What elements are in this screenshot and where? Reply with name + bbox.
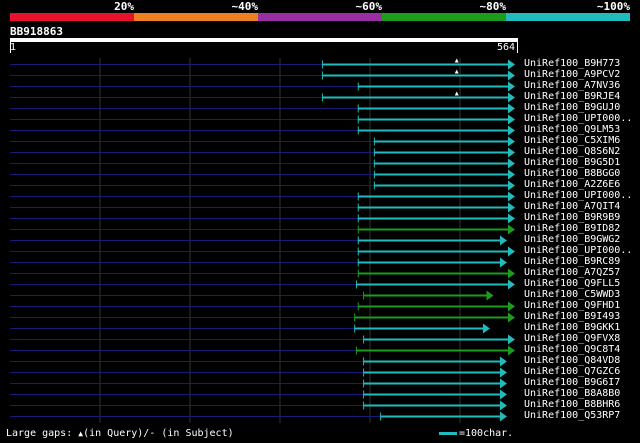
hit-link[interactable]: UniRef100_Q7GZC6 [524,366,640,377]
alignment-arrow-icon [508,103,515,114]
alignment-arrow-icon [499,411,507,422]
hit-link[interactable]: UniRef100_Q9FHD1 [524,300,640,311]
hit-link[interactable]: UniRef100_UPI000.. [524,245,640,256]
hit-link[interactable]: UniRef100_C5XIM6 [524,135,640,146]
hit-link[interactable]: UniRef100_B8BGG0 [524,168,640,179]
hit-link[interactable]: UniRef100_B9RC89 [524,256,640,267]
scale-text: =100char. [459,428,514,439]
hit-link[interactable]: UniRef100_Q9C8T4 [524,344,640,355]
query-gap-marker-icon [454,69,459,74]
hit-link[interactable]: UniRef100_B9G5D1 [524,157,640,168]
alignment-arrow-icon [508,279,515,290]
hit-link[interactable]: UniRef100_A9PCV2 [524,69,640,80]
scale-legend: =100char. [439,428,513,440]
alignment-arrow-icon [508,180,515,191]
alignment-arrow-icon [499,378,507,389]
alignment-arrow-icon [508,81,515,92]
hit-link[interactable]: UniRef100_C5WWD3 [524,289,640,300]
alignment-arrow-icon [508,125,515,136]
hit-link[interactable]: UniRef100_B9G6I7 [524,377,640,388]
alignment-arrow-icon [499,400,507,411]
alignment-arrow-icon [499,235,507,246]
hit-link[interactable]: UniRef100_A7NV36 [524,80,640,91]
alignment-arrow-icon [508,224,515,235]
alignment-arrow-icon [499,367,507,378]
alignment-arrow-icon [508,246,515,257]
alignment-arrow-icon [508,202,515,213]
alignment-arrow-icon [499,257,507,268]
alignment-arrow-icon [508,334,515,345]
query-gap-marker-icon [454,91,459,96]
hit-link[interactable]: UniRef100_Q84VD8 [524,355,640,366]
hit-link[interactable]: UniRef100_B9ID82 [524,223,640,234]
alignment-arrow-icon [508,301,515,312]
alignment-arrow-icon [508,59,515,70]
alignment-arrow-icon [499,389,507,400]
hit-link[interactable]: UniRef100_B9GUJ0 [524,102,640,113]
query-gap-marker-icon [454,58,459,63]
hit-link[interactable]: UniRef100_B9GKK1 [524,322,640,333]
hit-link[interactable]: UniRef100_B8BHR6 [524,399,640,410]
hit-link[interactable]: UniRef100_A7QIT4 [524,201,640,212]
alignment-arrow-icon [508,213,515,224]
hit-link[interactable]: UniRef100_B9R9B9 [524,212,640,223]
hit-link[interactable]: UniRef100_Q9FLL5 [524,278,640,289]
scale-line-icon [439,431,457,435]
hit-link[interactable]: UniRef100_A7QZ57 [524,267,640,278]
hit-link[interactable]: UniRef100_B9RJE4 [524,91,640,102]
hit-link[interactable]: UniRef100_B9GWG2 [524,234,640,245]
hit-link[interactable]: UniRef100_UPI000.. [524,190,640,201]
alignment-arrow-icon [508,268,515,279]
alignment-arrow-icon [486,290,494,301]
hit-link[interactable]: UniRef100_A2Z6E6 [524,179,640,190]
gaps-prefix: Large gaps: [6,428,73,439]
gaps-text: (in Query)/- (in Subject) [83,428,234,439]
alignment-arrow-icon [508,136,515,147]
alignment-arrow-icon [508,169,515,180]
hit-link[interactable]: UniRef100_B8A8B0 [524,388,640,399]
alignment-arrow-icon [482,323,490,334]
hit-link[interactable]: UniRef100_B9H773 [524,58,640,69]
alignment-arrow-icon [508,70,515,81]
hit-link[interactable]: UniRef100_Q8S6N2 [524,146,640,157]
alignment-arrow-icon [508,191,515,202]
alignment-arrow-icon [499,356,507,367]
alignment-arrow-icon [508,147,515,158]
hit-link[interactable]: UniRef100_B9I493 [524,311,640,322]
alignment-arrow-icon [508,158,515,169]
alignment-arrow-icon [508,92,515,103]
hit-link[interactable]: UniRef100_UPI000.. [524,113,640,124]
alignment-arrow-icon [508,312,515,323]
hit-link[interactable]: UniRef100_Q53RP7 [524,410,640,421]
gaps-legend: Large gaps: ▲(in Query)/- (in Subject) [6,428,234,440]
alignment-arrow-icon [508,345,515,356]
hit-link[interactable]: UniRef100_Q9LM53 [524,124,640,135]
hit-list: UniRef100_B9H773 UniRef100_A9PCV2 UniRef10… [524,58,640,421]
alignment-arrow-icon [508,114,515,125]
hit-link[interactable]: UniRef100_Q9FVX8 [524,333,640,344]
